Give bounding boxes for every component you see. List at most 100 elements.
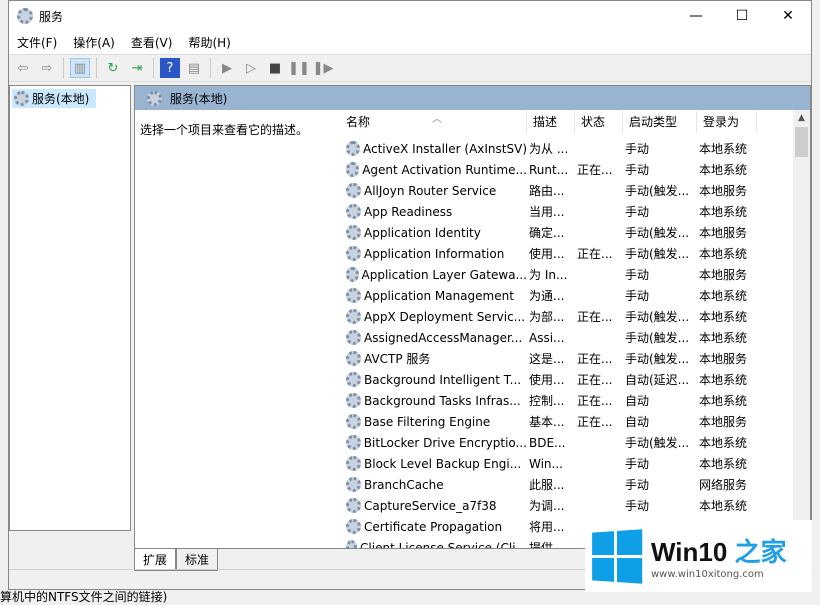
service-log-on-as: 本地系统	[699, 436, 748, 450]
service-name: Background Intelligent T...	[364, 372, 522, 387]
minimize-button[interactable]: —	[673, 1, 719, 31]
table-row[interactable]: Base Filtering Engine 基本... 正在... 自动 本地服务	[340, 411, 810, 432]
menu-view[interactable]: 查看(V)	[123, 34, 181, 51]
table-row[interactable]: CaptureService_a7f38 为调... 手动 本地系统	[340, 495, 810, 516]
service-name: Agent Activation Runtime...	[362, 162, 527, 177]
scroll-up-icon[interactable]: ▲	[793, 110, 810, 127]
properties-icon[interactable]: ▤	[184, 58, 204, 78]
service-gear-icon	[346, 330, 361, 345]
toolbar-separator	[210, 58, 211, 78]
title-bar: 服务 — ☐ ✕	[9, 1, 811, 31]
service-gear-icon	[346, 183, 361, 198]
watermark-brand: Win10	[651, 537, 728, 567]
service-gear-icon	[346, 351, 361, 366]
scroll-thumb[interactable]	[795, 127, 808, 157]
refresh-icon[interactable]: ↻	[103, 58, 123, 78]
table-row[interactable]: Application Identity 确定... 手动(触发... 本地服务	[340, 222, 810, 243]
service-startup-type: 手动	[625, 205, 650, 219]
back-icon[interactable]: ⇦	[13, 58, 33, 78]
service-description: 路由...	[529, 184, 565, 198]
service-log-on-as: 本地系统	[699, 310, 748, 324]
table-row[interactable]: BranchCache 此服... 手动 网络服务	[340, 474, 810, 495]
service-status: 正在...	[577, 247, 613, 261]
service-name: Application Management	[364, 288, 514, 303]
table-row[interactable]: Application Layer Gatewa... 为 In... 手动 本地服务	[340, 264, 810, 285]
toolbar: ⇦ ⇨ ▥ ↻ ⇥? ▤ ▶ ▷ ■ ❚❚ ❚▶	[9, 55, 811, 82]
help-icon[interactable]: ?	[160, 58, 180, 78]
column-log-on-as[interactable]: 登录为	[697, 111, 757, 133]
service-name: AppX Deployment Servic...	[364, 309, 526, 324]
details-pane: 服务(本地) 选择一个项目来查看它的描述。 ︿ 名称 描述 状态 启动类型 登录…	[134, 85, 811, 549]
column-status[interactable]: 状态	[575, 111, 623, 133]
table-row[interactable]: AVCTP 服务 这是... 正在... 手动(触发... 本地服务	[340, 348, 810, 369]
service-description: 提供...	[529, 541, 565, 548]
table-row[interactable]: Application Management 为通... 手动 本地系统	[340, 285, 810, 306]
table-row[interactable]: Block Level Backup Engi... Win... 手动 本地系统	[340, 453, 810, 474]
pause-icon[interactable]: ❚❚	[288, 58, 310, 78]
sort-ascending-icon: ︿	[432, 114, 442, 125]
table-row[interactable]: AllJoyn Router Service 路由... 手动(触发... 本地服务	[340, 180, 810, 201]
service-log-on-as: 本地系统	[699, 163, 748, 177]
table-row[interactable]: Agent Activation Runtime... Runt... 正在... 手…	[340, 159, 810, 180]
table-row[interactable]: AppX Deployment Servic... 为部... 正在... 手动(触发…	[340, 306, 810, 327]
windows-logo-icon	[592, 528, 643, 584]
table-row[interactable]: AssignedAccessManager... Assi... 手动(触发... 本…	[340, 327, 810, 348]
forward-icon[interactable]: ⇨	[37, 58, 57, 78]
service-name: ActiveX Installer (AxInstSV)	[362, 141, 527, 156]
service-gear-icon	[346, 204, 361, 219]
view-tabs: 扩展 标准	[134, 549, 219, 571]
table-row[interactable]: App Readiness 当用... 手动 本地系统	[340, 201, 810, 222]
column-startup-type[interactable]: 启动类型	[623, 111, 697, 133]
service-name: BranchCache	[364, 477, 444, 492]
column-description[interactable]: 描述	[527, 111, 575, 133]
maximize-button[interactable]: ☐	[719, 1, 765, 31]
close-button[interactable]: ✕	[765, 1, 811, 31]
table-row[interactable]: BitLocker Drive Encryptio... BDE... 手动(触发.…	[340, 432, 810, 453]
tree-item-services-local[interactable]: 服务(本地)	[12, 89, 96, 108]
service-log-on-as: 本地系统	[699, 373, 748, 387]
services-gear-icon	[14, 91, 29, 106]
tab-extended[interactable]: 扩展	[134, 549, 177, 571]
service-gear-icon	[346, 498, 361, 513]
service-description: 为 In...	[529, 268, 568, 282]
stop-icon[interactable]: ■	[265, 58, 285, 78]
services-window: 服务 — ☐ ✕ 文件(F) 操作(A) 查看(V) 帮助(H) ⇦ ⇨ ▥ ↻ ⇥? ▤…	[8, 0, 813, 590]
menu-file[interactable]: 文件(F)	[9, 34, 65, 51]
toolbar-separator	[153, 58, 154, 78]
service-startup-type: 手动(触发...	[625, 310, 690, 324]
menu-action[interactable]: 操作(A)	[65, 34, 123, 51]
service-log-on-as: 本地服务	[699, 184, 748, 198]
export-list-icon[interactable]: ⇥	[127, 58, 147, 78]
service-log-on-as: 本地系统	[699, 394, 748, 408]
table-row[interactable]: Application Information 使用... 正在... 手动(触发..…	[340, 243, 810, 264]
service-status: 正在...	[577, 163, 613, 177]
restart-icon[interactable]: ❚▶	[313, 58, 334, 78]
service-description: 此服...	[529, 478, 565, 492]
menu-help[interactable]: 帮助(H)	[180, 34, 238, 51]
vertical-scrollbar[interactable]: ▲	[793, 110, 810, 548]
service-gear-icon	[346, 372, 361, 387]
service-startup-type: 手动(触发...	[625, 184, 690, 198]
panel-header: 服务(本地)	[135, 86, 810, 110]
description-text: 选择一个项目来查看它的描述。	[140, 123, 309, 137]
menu-bar: 文件(F) 操作(A) 查看(V) 帮助(H)	[9, 31, 811, 55]
table-row[interactable]: Background Intelligent T... 使用... 正在... 自动(…	[340, 369, 810, 390]
start-icon[interactable]: ▶	[217, 58, 237, 78]
service-gear-icon	[346, 288, 361, 303]
service-description: 这是...	[529, 352, 565, 366]
service-startup-type: 手动	[625, 163, 650, 177]
tab-standard[interactable]: 标准	[176, 549, 219, 571]
service-name: Base Filtering Engine	[364, 414, 491, 429]
service-description: Win...	[529, 456, 563, 471]
service-status: 正在...	[577, 373, 613, 387]
table-row[interactable]: ActiveX Installer (AxInstSV) 为从 ... 手动 本地系统	[340, 138, 810, 159]
service-description: 基本...	[529, 415, 565, 429]
service-description: Assi...	[529, 330, 565, 345]
tree-pane: 服务(本地)	[9, 85, 131, 531]
service-log-on-as: 本地系统	[699, 142, 748, 156]
show-hide-tree-icon[interactable]: ▥	[70, 58, 90, 78]
service-description: 为部...	[529, 310, 565, 324]
service-name: Application Layer Gatewa...	[361, 267, 528, 282]
table-row[interactable]: Background Tasks Infras... 控制... 正在... 自动 本地…	[340, 390, 810, 411]
start-alt-icon[interactable]: ▷	[241, 58, 261, 78]
